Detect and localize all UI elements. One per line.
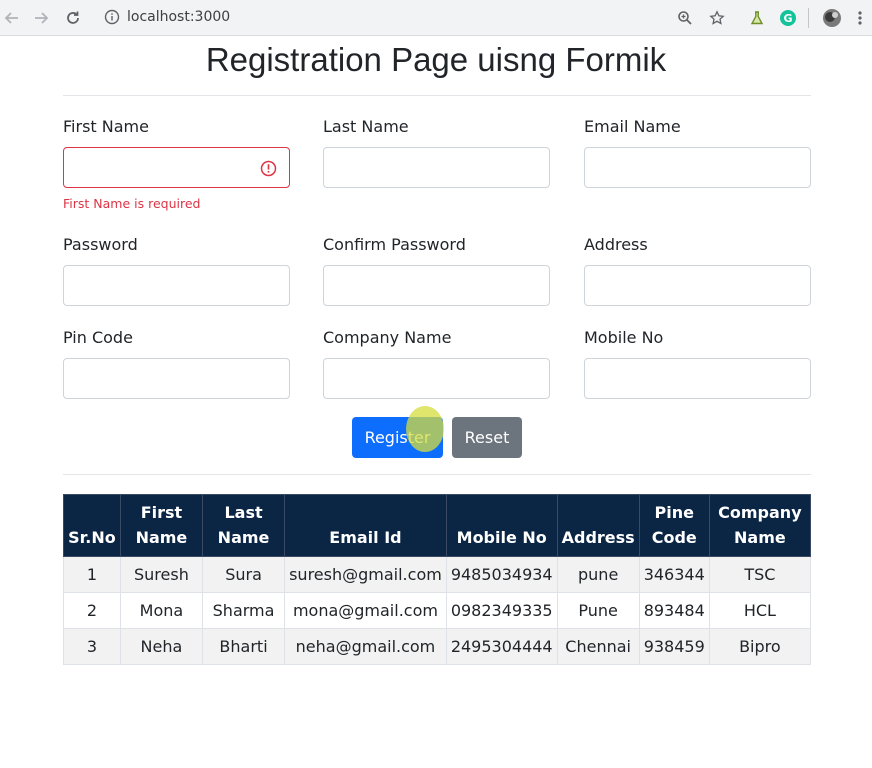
pin-code-input[interactable]	[63, 358, 290, 399]
table-row: 3 Neha Bharti neha@gmail.com 2495304444 …	[63, 628, 812, 665]
col-header-mobile-no: Mobile No	[445, 494, 558, 557]
cell-pin-code: 938459	[638, 628, 710, 665]
toolbar-divider	[808, 8, 809, 28]
company-name-input[interactable]	[323, 358, 550, 399]
cell-company: HCL	[708, 592, 812, 629]
cell-email: neha@gmail.com	[284, 628, 447, 665]
col-header-address: Address	[556, 494, 640, 557]
cell-address: Pune	[556, 592, 640, 629]
table-header-row: Sr.No First Name Last Name Email Id Mobile…	[63, 494, 812, 557]
cell-mobile: 2495304444	[445, 628, 558, 665]
page-title: Registration Page uisng Formik	[205, 41, 667, 78]
zoom-icon[interactable]	[673, 6, 697, 30]
browser-toolbar: localhost:3000 G	[0, 0, 872, 36]
cell-first-name: Mona	[119, 592, 203, 629]
company-name-label: Company Name	[323, 328, 452, 347]
col-header-pine-code: Pine Code	[638, 494, 710, 557]
cell-email: mona@gmail.com	[284, 592, 447, 629]
first-name-input[interactable]	[63, 147, 290, 188]
back-arrow-icon[interactable]	[0, 6, 24, 30]
col-header-company-name: Company Name	[708, 494, 812, 557]
cell-pin-code: 893484	[638, 592, 710, 629]
cell-sr-no: 2	[63, 592, 121, 629]
cell-first-name: Neha	[119, 628, 203, 665]
registrations-table: Sr.No First Name Last Name Email Id Mobile…	[63, 494, 812, 665]
reload-icon[interactable]	[61, 6, 85, 30]
bookmark-star-icon[interactable]	[705, 6, 729, 30]
col-header-first-name: First Name	[119, 494, 203, 557]
cell-sr-no: 1	[63, 556, 121, 593]
last-name-label: Last Name	[323, 117, 409, 136]
cell-company: Bipro	[708, 628, 812, 665]
address-input[interactable]	[584, 265, 811, 306]
cell-company: TSC	[708, 556, 812, 593]
grammarly-extension-icon[interactable]: G	[776, 6, 800, 30]
flask-extension-icon[interactable]	[745, 6, 769, 30]
first-name-label: First Name	[63, 117, 149, 136]
info-icon[interactable]	[104, 9, 120, 25]
address-label: Address	[584, 235, 648, 254]
password-input[interactable]	[63, 265, 290, 306]
mobile-no-input[interactable]	[584, 358, 811, 399]
more-menu-icon[interactable]	[848, 6, 872, 30]
error-icon	[260, 160, 277, 177]
col-header-email-id: Email Id	[284, 494, 447, 557]
last-name-input[interactable]	[323, 147, 550, 188]
cell-mobile: 9485034934	[445, 556, 558, 593]
email-label: Email Name	[584, 117, 681, 136]
form-divider	[63, 474, 811, 475]
reset-button[interactable]: Reset	[452, 417, 522, 458]
pin-code-label: Pin Code	[63, 328, 133, 347]
cell-pin-code: 346344	[638, 556, 710, 593]
cell-last-name: Bharti	[201, 628, 286, 665]
cell-last-name: Sharma	[201, 592, 286, 629]
mobile-no-label: Mobile No	[584, 328, 664, 347]
cell-address: pune	[556, 556, 640, 593]
profile-avatar-icon[interactable]	[820, 6, 844, 30]
confirm-password-input[interactable]	[323, 265, 550, 306]
forward-arrow-icon[interactable]	[29, 6, 53, 30]
table-row: 2 Mona Sharma mona@gmail.com 0982349335 …	[63, 592, 812, 629]
email-input[interactable]	[584, 147, 811, 188]
title-divider	[63, 95, 811, 96]
svg-text:G: G	[783, 12, 792, 25]
cell-email: suresh@gmail.com	[284, 556, 447, 593]
table-row: 1 Suresh Sura suresh@gmail.com 948503493…	[63, 556, 812, 593]
register-button[interactable]: Register	[352, 417, 443, 458]
cell-first-name: Suresh	[119, 556, 203, 593]
cell-address: Chennai	[556, 628, 640, 665]
cell-last-name: Sura	[201, 556, 286, 593]
url-text[interactable]: localhost:3000	[127, 9, 230, 26]
first-name-error: First Name is required	[63, 196, 201, 211]
col-header-last-name: Last Name	[201, 494, 286, 557]
confirm-password-label: Confirm Password	[323, 235, 466, 254]
password-label: Password	[63, 235, 138, 254]
cell-sr-no: 3	[63, 628, 121, 665]
cell-mobile: 0982349335	[445, 592, 558, 629]
col-header-sr-no: Sr.No	[63, 494, 121, 557]
